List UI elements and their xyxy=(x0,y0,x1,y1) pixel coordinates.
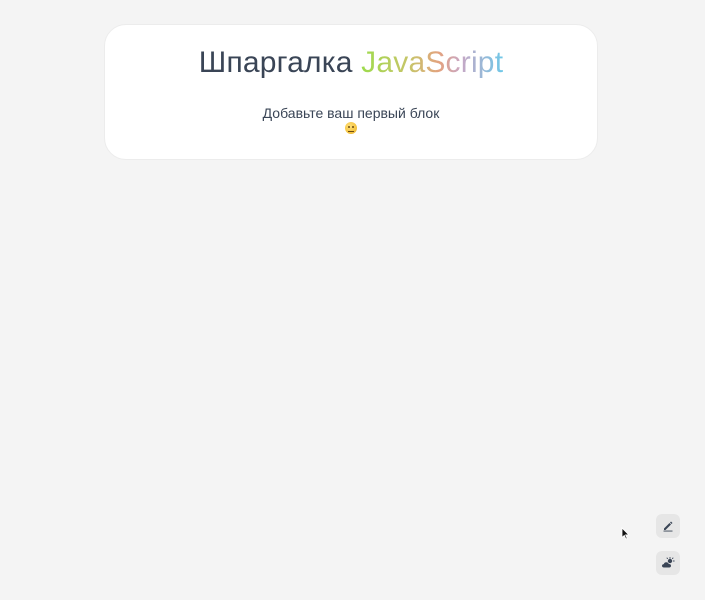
page: Шпаргалка JavaScript Добавьте ваш первый… xyxy=(0,0,705,600)
mouse-cursor-icon xyxy=(621,527,630,540)
page-title: Шпаргалка JavaScript xyxy=(105,25,597,82)
edit-button[interactable] xyxy=(656,514,680,538)
cloud-sun-icon xyxy=(662,557,675,568)
confused-face-emoji-icon xyxy=(345,122,357,134)
title-accent: JavaScript xyxy=(361,46,504,79)
empty-state-message: Добавьте ваш первый блок xyxy=(262,105,440,121)
theme-toggle-button[interactable] xyxy=(656,551,680,575)
pencil-icon xyxy=(663,521,673,532)
title-prefix: Шпаргалка xyxy=(198,46,353,79)
cheatsheet-card: Шпаргалка JavaScript Добавьте ваш первый… xyxy=(104,24,598,160)
